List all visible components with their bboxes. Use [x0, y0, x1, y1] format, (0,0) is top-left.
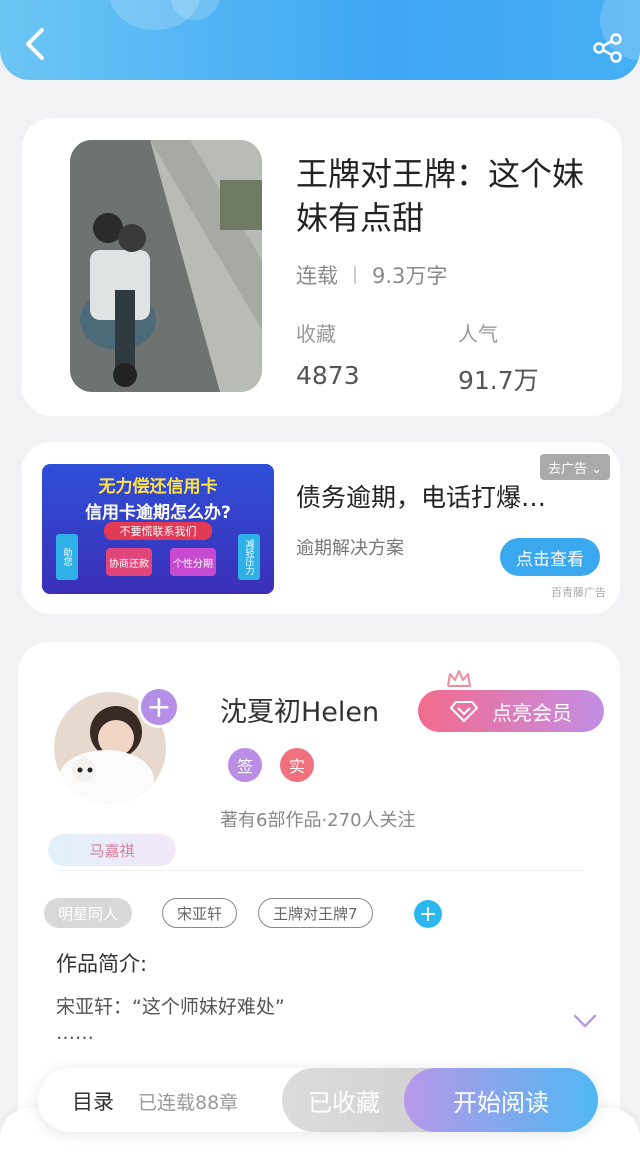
ad-card[interactable]: 无力偿还信用卡 信用卡逾期怎么办? 不要慌联系我们 助您 协商还款 个性分期 减…: [22, 442, 620, 614]
remove-ad-button[interactable]: 去广告 ⌄: [539, 454, 610, 480]
follow-author-button[interactable]: +: [138, 686, 180, 728]
author-name[interactable]: 沈夏初Helen: [220, 690, 379, 729]
catalog-button[interactable]: 目录: [72, 1086, 114, 1116]
ad-image-chip: 协商还款: [106, 548, 152, 576]
book-status-row: 连载 9.3万字: [296, 260, 447, 290]
favorites-label: 收藏: [296, 322, 336, 346]
ad-source-label: 百青藤广告: [551, 586, 606, 599]
favorites-value: 4873: [296, 361, 360, 390]
vip-member-button[interactable]: 点亮会员: [418, 690, 604, 732]
vip-member-label: 点亮会员: [492, 700, 572, 725]
verified-badge: 实: [280, 748, 314, 782]
fan-badge: 马嘉祺: [48, 834, 176, 866]
category-tag[interactable]: 明星同人: [44, 898, 133, 928]
crown-icon: [447, 670, 471, 687]
favorites-stat: 收藏 4873: [296, 318, 360, 390]
back-button[interactable]: [20, 26, 50, 62]
ad-subtitle: 逾期解决方案: [296, 538, 404, 559]
ad-image-headline: 无力偿还信用卡: [98, 477, 218, 497]
book-title: 王牌对王牌：这个妹妹有点甜: [296, 155, 585, 237]
popularity-stat: 人气 91.7万: [458, 318, 539, 397]
start-reading-button[interactable]: 开始阅读: [404, 1068, 598, 1132]
book-info-card: 王牌对王牌：这个妹妹有点甜 连载 9.3万字 收藏 4873 人气 91.7万: [22, 118, 622, 416]
chapter-count: 已连载88章: [138, 1092, 239, 1114]
intro-line: 宋亚轩：“这个师妹好难处”: [56, 996, 285, 1018]
intro-line: ……: [56, 1022, 94, 1044]
add-tag-button[interactable]: +: [414, 900, 442, 928]
divider: [354, 266, 356, 284]
divider: [54, 870, 584, 871]
share-button[interactable]: [592, 32, 624, 64]
share-icon: [593, 33, 622, 63]
chevron-down-icon[interactable]: [572, 1012, 598, 1030]
diamond-icon: [450, 701, 478, 722]
bottom-action-bar: 目录 已连载88章 已收藏 开始阅读: [38, 1068, 598, 1132]
popularity-value: 91.7万: [458, 366, 539, 395]
ad-image-ribbon: 不要慌联系我们: [104, 522, 212, 540]
serial-status: 连载: [296, 264, 338, 288]
start-reading-label: 开始阅读: [453, 1088, 549, 1117]
ad-image-subheadline: 信用卡逾期怎么办?: [85, 503, 231, 523]
keyword-tag[interactable]: 王牌对王牌7: [258, 898, 373, 928]
author-meta: 著有6部作品·270人关注: [220, 810, 416, 831]
popularity-label: 人气: [458, 322, 498, 346]
ad-view-button[interactable]: 点击查看: [500, 538, 600, 576]
top-header: [0, 0, 640, 80]
word-count: 9.3万字: [372, 264, 448, 288]
ad-title: 债务逾期，电话打爆…: [296, 483, 547, 512]
collected-label: 已收藏: [308, 1088, 380, 1117]
keyword-tag[interactable]: 宋亚轩: [162, 898, 238, 928]
chevron-left-icon: [26, 28, 44, 60]
ad-image-side-right: 减轻压力: [238, 534, 260, 580]
ad-image-side-left: 助您: [56, 534, 78, 580]
ad-image-chip: 个性分期: [170, 548, 216, 576]
book-cover-image[interactable]: [70, 140, 262, 392]
intro-label: 作品简介:: [56, 952, 148, 976]
intro-text: 宋亚轩：“这个师妹好难处” ……: [56, 994, 285, 1046]
ad-image[interactable]: 无力偿还信用卡 信用卡逾期怎么办? 不要慌联系我们 助您 协商还款 个性分期 减…: [42, 464, 274, 594]
signed-author-badge: 签: [228, 748, 262, 782]
